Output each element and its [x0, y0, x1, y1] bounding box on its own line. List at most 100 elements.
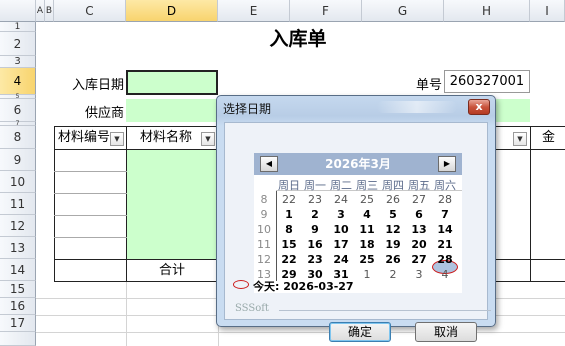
- row-header-10[interactable]: 10: [0, 171, 36, 193]
- calendar-day[interactable]: 23: [302, 253, 328, 266]
- calendar-day[interactable]: 4: [354, 208, 380, 221]
- select-all-corner[interactable]: [0, 0, 36, 22]
- calendar-day[interactable]: 27: [406, 253, 432, 266]
- row-header-8[interactable]: 8: [0, 126, 36, 149]
- calendar-day[interactable]: 27: [406, 193, 432, 206]
- calendar: ◀ 2026年3月 ▶ 周日 周一 周二 周三 周四 周五 周六 8 9 10 11 12 13 22 23…: [254, 153, 462, 293]
- row-header-14[interactable]: 14: [0, 259, 36, 281]
- calendar-day[interactable]: 2: [302, 208, 328, 221]
- supplier-label: 供应商: [84, 106, 124, 121]
- calendar-day[interactable]: 15: [276, 238, 302, 251]
- col-header-a[interactable]: A: [36, 0, 45, 22]
- calendar-day[interactable]: 2: [380, 268, 406, 281]
- row-header-2[interactable]: 2: [0, 32, 36, 56]
- col-header-e[interactable]: E: [218, 0, 290, 22]
- supplier-input-cell[interactable]: [126, 99, 218, 122]
- title-glare: [377, 101, 457, 113]
- gridline: [126, 281, 127, 346]
- item-name-input-cells[interactable]: [127, 150, 216, 259]
- calendar-day[interactable]: 17: [328, 238, 354, 251]
- calendar-day[interactable]: 24: [328, 193, 354, 206]
- brand-divider: [279, 310, 491, 311]
- week-number: 11: [257, 238, 271, 251]
- calendar-day[interactable]: 28: [432, 253, 458, 266]
- prev-month-button[interactable]: ◀: [260, 156, 278, 172]
- row-header-17[interactable]: 17: [0, 315, 36, 332]
- calendar-day[interactable]: 23: [302, 193, 328, 206]
- cancel-button[interactable]: 取消: [415, 322, 477, 342]
- weekday-header: 周一: [304, 179, 326, 192]
- row-header-11[interactable]: 11: [0, 193, 36, 215]
- calendar-day[interactable]: 20: [406, 238, 432, 251]
- calendar-day[interactable]: 26: [380, 253, 406, 266]
- row-header-13[interactable]: 13: [0, 237, 36, 259]
- header-item-code: 材料编号: [57, 130, 110, 145]
- calendar-day[interactable]: 9: [302, 223, 328, 236]
- close-button[interactable]: x: [468, 99, 490, 115]
- calendar-day[interactable]: 16: [302, 238, 328, 251]
- calendar-day[interactable]: 22: [276, 253, 302, 266]
- number-label: 单号: [415, 78, 442, 93]
- row-header-18[interactable]: [0, 332, 36, 346]
- calendar-day[interactable]: 7: [432, 208, 458, 221]
- row-header-12[interactable]: 12: [0, 215, 36, 237]
- dialog-title: 选择日期: [223, 102, 272, 116]
- filter-dropdown-icon[interactable]: ▼: [513, 132, 527, 146]
- filter-dropdown-icon[interactable]: ▼: [110, 132, 124, 146]
- date-label: 入库日期: [71, 78, 124, 93]
- today-link[interactable]: 今天: 2026-03-27: [253, 278, 354, 294]
- col-header-f[interactable]: F: [290, 0, 362, 22]
- week-number: 10: [257, 223, 271, 236]
- col-header-b[interactable]: B: [45, 0, 54, 22]
- supplier-input-cell-right[interactable]: [496, 99, 530, 122]
- calendar-day[interactable]: 3: [328, 208, 354, 221]
- col-header-g[interactable]: G: [362, 0, 444, 22]
- calendar-day[interactable]: 1: [354, 268, 380, 281]
- total-label: 合计: [158, 263, 185, 278]
- calendar-day[interactable]: 11: [354, 223, 380, 236]
- next-month-button[interactable]: ▶: [438, 156, 456, 172]
- row-header-9[interactable]: 9: [0, 149, 36, 171]
- col-header-h[interactable]: H: [444, 0, 530, 22]
- date-input-cell[interactable]: [126, 70, 218, 95]
- row-header-15[interactable]: 15: [0, 281, 36, 298]
- header-amount: 金: [541, 130, 555, 145]
- calendar-day[interactable]: 22: [276, 193, 302, 206]
- row-header-6[interactable]: 6: [0, 99, 36, 122]
- filter-dropdown-icon[interactable]: ▼: [201, 132, 215, 146]
- col-header-i[interactable]: I: [530, 0, 565, 22]
- calendar-day[interactable]: 25: [354, 193, 380, 206]
- calendar-day[interactable]: 25: [354, 253, 380, 266]
- calendar-day[interactable]: 6: [406, 208, 432, 221]
- calendar-day[interactable]: 28: [432, 193, 458, 206]
- calendar-day[interactable]: 18: [354, 238, 380, 251]
- number-value-cell[interactable]: 260327001: [444, 70, 530, 93]
- row-header-3[interactable]: 3: [0, 56, 36, 68]
- col-header-c[interactable]: C: [54, 0, 126, 22]
- row-header-4[interactable]: 4: [0, 68, 36, 95]
- calendar-day[interactable]: 4: [432, 268, 458, 281]
- calendar-day[interactable]: 24: [328, 253, 354, 266]
- weekday-header: 周五: [408, 179, 430, 192]
- gridline: [36, 332, 565, 333]
- calendar-day[interactable]: 21: [432, 238, 458, 251]
- today-marker-icon: [233, 280, 249, 289]
- calendar-day[interactable]: 5: [380, 208, 406, 221]
- week-number: 9: [260, 208, 268, 221]
- calendar-day[interactable]: 3: [406, 268, 432, 281]
- header-item-name: 材料名称: [139, 130, 192, 145]
- calendar-day[interactable]: 10: [328, 223, 354, 236]
- calendar-day[interactable]: 14: [432, 223, 458, 236]
- row-header-16[interactable]: 16: [0, 298, 36, 315]
- ok-button[interactable]: 确定: [329, 322, 391, 342]
- calendar-day[interactable]: 26: [380, 193, 406, 206]
- row-header-1[interactable]: 1: [0, 22, 36, 32]
- col-header-d[interactable]: D: [126, 0, 218, 22]
- dialog-body: ◀ 2026年3月 ▶ 周日 周一 周二 周三 周四 周五 周六 8 9 10 11 12 13 22 23…: [224, 122, 491, 342]
- calendar-day[interactable]: 8: [276, 223, 302, 236]
- calendar-day[interactable]: 1: [276, 208, 302, 221]
- calendar-day[interactable]: 12: [380, 223, 406, 236]
- week-number: 8: [260, 193, 268, 206]
- calendar-day[interactable]: 13: [406, 223, 432, 236]
- calendar-day[interactable]: 19: [380, 238, 406, 251]
